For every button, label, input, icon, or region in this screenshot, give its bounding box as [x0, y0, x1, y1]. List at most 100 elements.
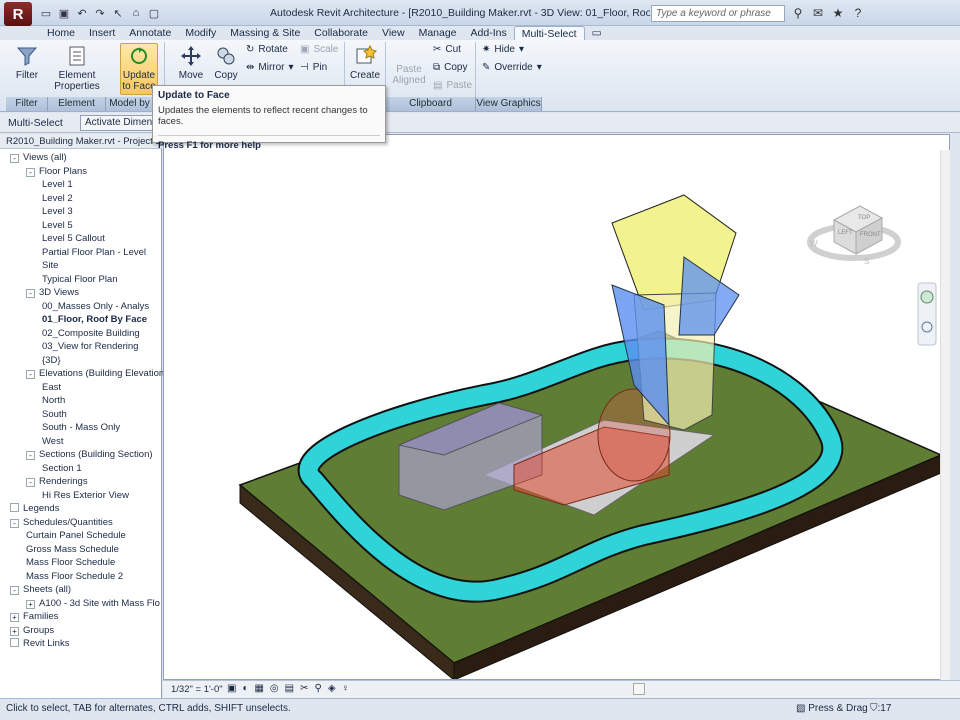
star-icon[interactable]: ★: [830, 5, 846, 21]
save-icon[interactable]: ▣: [56, 5, 72, 21]
copy-button[interactable]: Copy: [212, 44, 240, 81]
cut-button[interactable]: ✂ Cut: [433, 44, 461, 55]
collapse-icon[interactable]: -: [26, 289, 35, 298]
tree-item[interactable]: Section 1: [42, 463, 82, 475]
tree-item[interactable]: Level 1: [42, 179, 73, 191]
tree-item[interactable]: - Renderings: [26, 476, 88, 488]
tree-item[interactable]: Level 5 Callout: [42, 233, 105, 245]
tree-item[interactable]: - Floor Plans: [26, 166, 87, 178]
tab-home[interactable]: Home: [40, 26, 82, 40]
horizontal-scroll-thumb[interactable]: [633, 683, 645, 695]
collapse-icon[interactable]: -: [26, 167, 35, 177]
filter-button[interactable]: Filter: [10, 44, 44, 81]
expand-icon[interactable]: +: [10, 626, 19, 636]
tree-item[interactable]: - Elevations (Building Elevation): [26, 368, 167, 380]
binoculars-icon[interactable]: ⚲: [790, 5, 806, 21]
mirror-button[interactable]: ⇹ Mirror ▾: [246, 62, 294, 73]
tree-item[interactable]: {3D}: [42, 355, 61, 367]
tab-multi-select[interactable]: Multi-Select: [513, 26, 585, 40]
3d-view-icon[interactable]: ⌂: [128, 5, 144, 21]
move-button[interactable]: Move: [176, 44, 206, 81]
window-icon[interactable]: ▢: [146, 5, 162, 21]
tree-item[interactable]: Site: [42, 260, 58, 272]
tree-item[interactable]: Mass Floor Schedule 2: [26, 571, 123, 583]
collapse-icon[interactable]: -: [26, 478, 35, 487]
tree-item[interactable]: Partial Floor Plan - Level: [42, 247, 146, 259]
paste-button[interactable]: ▤ Paste: [433, 80, 472, 91]
tree-item[interactable]: Legends: [10, 503, 59, 515]
tab-massing-site[interactable]: Massing & Site: [223, 26, 307, 40]
view-control-icons[interactable]: ▣◐▦◎▤✂⚲◈♀: [227, 683, 355, 694]
tree-item[interactable]: - Sheets (all): [10, 584, 71, 596]
tree-item[interactable]: Level 2: [42, 193, 73, 205]
tree-item[interactable]: South: [42, 409, 67, 421]
pin-button[interactable]: ⊣ Pin: [300, 62, 327, 73]
tree-item[interactable]: + Families: [10, 611, 58, 623]
tree-item[interactable]: Revit Links: [10, 638, 69, 650]
tree-item[interactable]: East: [42, 382, 61, 394]
tree-item[interactable]: North: [42, 395, 65, 407]
tree-item[interactable]: - Views (all): [10, 152, 67, 164]
drawing-canvas[interactable]: TOP LEFT FRONT W S: [163, 134, 950, 682]
tree-item[interactable]: - Sections (Building Section): [26, 449, 153, 461]
viewcube-front-label[interactable]: FRONT: [860, 232, 881, 238]
tree-item[interactable]: Hi Res Exterior View: [42, 490, 129, 502]
tab-annotate[interactable]: Annotate: [122, 26, 178, 40]
search-input[interactable]: Type a keyword or phrase: [651, 5, 785, 22]
tree-item[interactable]: Level 5: [42, 220, 73, 232]
tree-item[interactable]: South - Mass Only: [42, 422, 120, 434]
tab-manage[interactable]: Manage: [412, 26, 464, 40]
expand-icon[interactable]: +: [10, 613, 19, 622]
scale-button[interactable]: ▣ Scale: [300, 44, 338, 55]
viewcube-top-label[interactable]: TOP: [858, 215, 870, 221]
tree-item[interactable]: 01_Floor, Roof By Face: [42, 314, 147, 326]
tree-item[interactable]: -3D Views: [26, 287, 79, 299]
tree-item[interactable]: + Groups: [10, 625, 54, 637]
viewcube[interactable]: TOP LEFT FRONT W S: [807, 205, 901, 266]
subscription-icon[interactable]: ✉: [810, 5, 826, 21]
paste-aligned-button[interactable]: Paste Aligned: [391, 64, 427, 86]
expand-icon[interactable]: +: [26, 599, 35, 609]
tab-collaborate[interactable]: Collaborate: [307, 26, 375, 40]
steering-wheel-icon[interactable]: [920, 290, 934, 304]
collapse-icon[interactable]: -: [10, 154, 19, 163]
tree-item[interactable]: Curtain Panel Schedule: [26, 530, 126, 542]
clipboard-copy-button[interactable]: ⧉ Copy: [433, 62, 468, 73]
view-scale[interactable]: 1/32" = 1'-0": [171, 684, 223, 695]
override-button[interactable]: ✎ Override ▾: [482, 62, 542, 73]
collapse-icon[interactable]: -: [10, 518, 19, 528]
collapse-icon[interactable]: -: [26, 370, 35, 379]
tree-item[interactable]: Typical Floor Plan: [42, 274, 118, 286]
element-properties-button[interactable]: Element Properties: [52, 44, 102, 92]
node-icon[interactable]: [10, 638, 19, 647]
help-icon[interactable]: ?: [850, 5, 866, 21]
tree-item[interactable]: 02_Composite Building: [42, 328, 140, 340]
redo-icon[interactable]: ↷: [92, 5, 108, 21]
select-arrow-icon[interactable]: ↖: [110, 5, 126, 21]
rotate-button[interactable]: ↻ Rotate: [246, 44, 288, 55]
tab-add-ins[interactable]: Add-Ins: [464, 26, 514, 40]
tree-item[interactable]: 00_Masses Only - Analys: [42, 301, 149, 313]
node-icon[interactable]: [10, 503, 19, 512]
tab-insert[interactable]: Insert: [82, 26, 122, 40]
tree-item[interactable]: + A100 - 3d Site with Mass Flo: [26, 598, 160, 610]
ribbon-minimize-icon[interactable]: ▭: [585, 26, 609, 40]
undo-icon[interactable]: ↶: [74, 5, 90, 21]
canvas-vertical-scrollbar[interactable]: [940, 150, 950, 680]
application-menu-button[interactable]: R: [4, 2, 32, 26]
selection-filter[interactable]: ⛉:17: [870, 703, 891, 714]
collapse-icon[interactable]: -: [26, 451, 35, 460]
tree-item[interactable]: Gross Mass Schedule: [26, 544, 119, 556]
tab-modify[interactable]: Modify: [178, 26, 223, 40]
tree-item[interactable]: Mass Floor Schedule: [26, 557, 115, 569]
hide-button[interactable]: ✷ Hide ▾: [482, 44, 524, 55]
viewcube-left-label[interactable]: LEFT: [838, 230, 853, 236]
tree-item[interactable]: - Schedules/Quantities: [10, 517, 113, 529]
tree-item[interactable]: Level 3: [42, 206, 73, 218]
create-button[interactable]: Create: [350, 44, 380, 81]
3d-model-view[interactable]: TOP LEFT FRONT W S: [164, 135, 949, 682]
open-icon[interactable]: ▭: [38, 5, 54, 21]
tree-item[interactable]: 03_View for Rendering: [42, 341, 138, 353]
tab-view[interactable]: View: [375, 26, 412, 40]
collapse-icon[interactable]: -: [10, 586, 19, 595]
